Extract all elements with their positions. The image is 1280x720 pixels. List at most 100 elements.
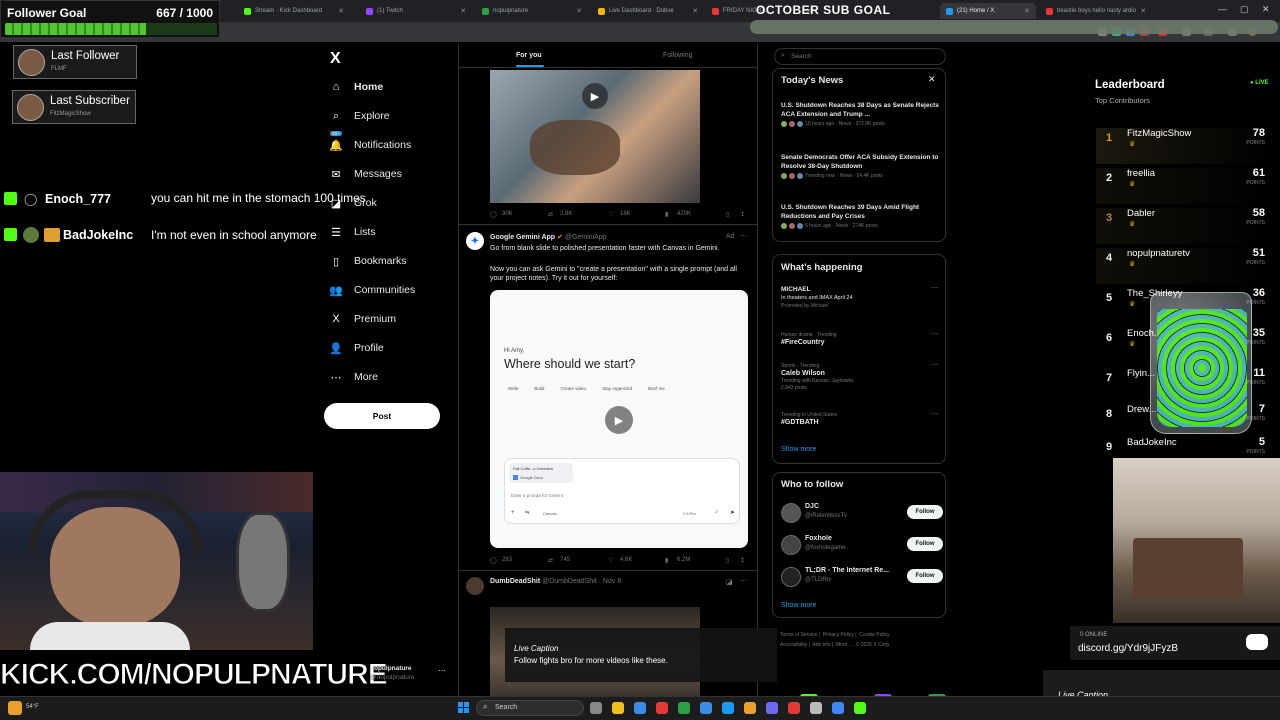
- browser-tab[interactable]: Live Dashboard · Dubve ✕: [592, 3, 704, 19]
- doc-chip[interactable]: Fall Coffe...s Overview Google Docs: [509, 463, 573, 483]
- add-icon[interactable]: +: [511, 510, 515, 516]
- trend-item[interactable]: MICHAEL In theaters and IMAX April 24 Pr…: [781, 284, 941, 309]
- footer-link[interactable]: Ads info: [812, 642, 830, 648]
- footer-link[interactable]: Terms of Service: [780, 632, 817, 638]
- ad-author-name[interactable]: Google Gemini App: [490, 234, 555, 241]
- share-icon[interactable]: ↥: [740, 557, 745, 564]
- nav-item-explore[interactable]: ⌕ Explore: [330, 105, 390, 127]
- chip[interactable]: Brief me: [644, 385, 669, 392]
- chip[interactable]: Write: [504, 385, 522, 392]
- search-input[interactable]: Search: [791, 53, 812, 60]
- like-icon[interactable]: ♡: [608, 557, 613, 564]
- more-options-icon[interactable]: ⋯: [438, 666, 446, 675]
- footer-link[interactable]: Accessibility: [780, 642, 807, 648]
- show-more-link[interactable]: Show more: [781, 602, 816, 609]
- chip[interactable]: Create video: [556, 385, 590, 392]
- mic-icon[interactable]: ♪: [715, 509, 718, 515]
- close-tab-icon[interactable]: ✕: [692, 7, 698, 15]
- more-options-icon[interactable]: ⋯: [740, 232, 747, 240]
- close-tab-icon[interactable]: ✕: [460, 7, 466, 15]
- taskbar-app-icon[interactable]: [722, 702, 734, 714]
- weather-icon[interactable]: [8, 701, 22, 715]
- follow-suggestion[interactable]: TL;DR - The Internet Re... @TLDRtv Follow: [781, 565, 945, 589]
- taskbar-app-icon[interactable]: [788, 702, 800, 714]
- nav-item-notifications[interactable]: 🔔 20+ Notifications: [329, 131, 411, 156]
- gemini-avatar[interactable]: ✦: [466, 232, 484, 250]
- more-options-icon[interactable]: ⋯: [931, 361, 938, 369]
- nav-item-lists[interactable]: ☰ Lists: [330, 221, 376, 243]
- account-switcher[interactable]: nopulpnature @nopulpnature: [370, 664, 415, 682]
- repost-icon[interactable]: ⇄: [548, 557, 553, 564]
- more-options-icon[interactable]: ⋯: [931, 330, 938, 338]
- x-logo-icon[interactable]: X: [330, 50, 341, 68]
- taskbar-app-icon[interactable]: [810, 702, 822, 714]
- post-author-name[interactable]: DumbDeadShit: [490, 578, 540, 585]
- follow-button[interactable]: Follow: [907, 505, 943, 519]
- footer-link[interactable]: Cookie Policy: [859, 632, 889, 638]
- share-icon[interactable]: ↥: [740, 211, 745, 218]
- taskbar-app-icon[interactable]: [590, 702, 602, 714]
- tools-icon[interactable]: ⇆: [525, 510, 529, 516]
- taskbar-app-icon[interactable]: [744, 702, 756, 714]
- trend-item[interactable]: Sports · Trending Caleb Wilson Trending …: [781, 361, 941, 391]
- taskbar-app-icon[interactable]: [678, 702, 690, 714]
- repost-icon[interactable]: ⇄: [548, 211, 553, 218]
- grok-icon[interactable]: ◪: [726, 578, 733, 586]
- ad-media-card[interactable]: Hi Amy, Where should we start? Write Bui…: [490, 290, 748, 548]
- browser-tab[interactable]: (1) Twitch ✕: [360, 3, 472, 19]
- post-button[interactable]: Post: [324, 403, 440, 429]
- news-item[interactable]: U.S. Shutdown Reaches 39 Days Amid Fligh…: [781, 203, 941, 229]
- follow-button[interactable]: Follow: [907, 537, 943, 551]
- browser-tab[interactable]: Stream · Kick Dashboard ✕: [238, 3, 350, 19]
- browser-tab[interactable]: nopulpnature ✕: [476, 3, 588, 19]
- views-icon[interactable]: ▮: [665, 557, 668, 564]
- nav-item-communities[interactable]: 👥 Communities: [329, 279, 415, 301]
- more-options-icon[interactable]: ⋯: [931, 410, 938, 418]
- trend-item[interactable]: Trending in United States #GDTBATH ⋯: [781, 410, 941, 426]
- reply-icon[interactable]: ◯: [490, 557, 497, 564]
- nav-item-home[interactable]: ⌂ Home: [330, 76, 384, 98]
- bookmark-icon[interactable]: ▯: [726, 557, 729, 564]
- bookmark-icon[interactable]: ▯: [726, 211, 729, 218]
- taskbar-app-icon[interactable]: [766, 702, 778, 714]
- taskbar-app-icon[interactable]: [700, 702, 712, 714]
- nav-item-messages[interactable]: ✉ Messages: [330, 163, 401, 185]
- close-tab-icon[interactable]: ✕: [576, 7, 582, 15]
- play-icon[interactable]: ▶: [605, 406, 633, 434]
- taskbar-app-icon[interactable]: [612, 702, 624, 714]
- nav-item-more[interactable]: ⋯ More: [330, 366, 378, 388]
- trend-item[interactable]: Human drama · Trending #FireCountry ⋯: [781, 330, 941, 346]
- gemini-prompt-placeholder[interactable]: Enter a prompt for Gemini: [511, 493, 563, 498]
- follow-suggestion[interactable]: DJC @iRelentlessTv Follow: [781, 501, 945, 525]
- windows-start-icon[interactable]: [458, 702, 469, 713]
- footer-link[interactable]: Privacy Policy: [823, 632, 854, 638]
- nav-item-bookmarks[interactable]: ▯ Bookmarks: [330, 250, 407, 272]
- more-options-icon[interactable]: ⋯: [931, 284, 938, 292]
- taskbar-app-icon[interactable]: [832, 702, 844, 714]
- chip[interactable]: Build: [530, 385, 548, 392]
- play-icon[interactable]: ▶: [582, 83, 608, 109]
- close-tab-icon[interactable]: ✕: [338, 7, 344, 15]
- nav-item-premium[interactable]: X Premium: [330, 308, 396, 330]
- show-more-link[interactable]: Show more: [781, 446, 816, 453]
- follow-suggestion[interactable]: Foxhole @foxholegame Follow: [781, 533, 945, 557]
- nav-item-profile[interactable]: 👤 Profile: [329, 337, 384, 359]
- tab-following[interactable]: Following: [663, 52, 693, 59]
- reply-icon[interactable]: ◯: [490, 211, 497, 218]
- taskbar-app-icon[interactable]: [854, 702, 866, 714]
- canvas-chip[interactable]: Canvas: [543, 511, 557, 516]
- taskbar-app-icon[interactable]: [634, 702, 646, 714]
- chip[interactable]: Stay organized: [598, 385, 636, 392]
- footer-link[interactable]: More ...: [836, 642, 853, 648]
- like-icon[interactable]: ♡: [608, 211, 613, 218]
- news-item[interactable]: Senate Democrats Offer ACA Subsidy Exten…: [781, 153, 941, 179]
- close-icon[interactable]: ✕: [928, 74, 936, 85]
- tab-for-you[interactable]: For you: [516, 52, 542, 59]
- nav-item-grok[interactable]: ◪ Grok: [330, 192, 377, 214]
- search-box[interactable]: ⌕ Search: [774, 48, 946, 65]
- more-options-icon[interactable]: ⋯: [740, 577, 747, 585]
- send-icon[interactable]: ➤: [730, 509, 735, 516]
- views-icon[interactable]: ▮: [665, 211, 668, 218]
- news-item[interactable]: U.S. Shutdown Reaches 38 Days as Senate …: [781, 101, 941, 127]
- taskbar-search[interactable]: ⌕ Search: [476, 700, 584, 716]
